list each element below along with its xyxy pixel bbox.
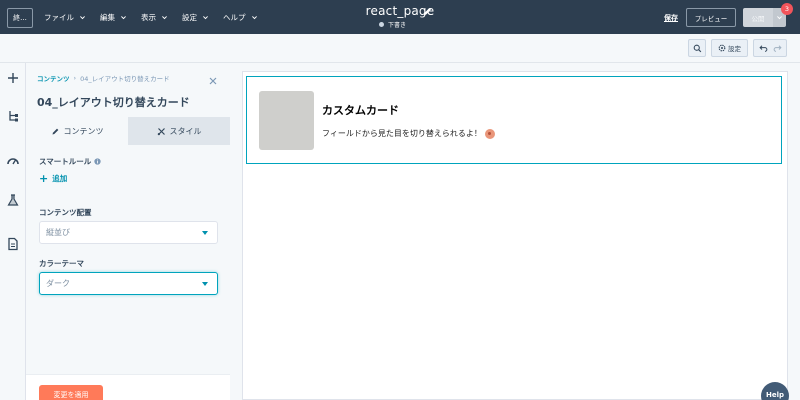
tab-style[interactable]: スタイル xyxy=(128,117,230,145)
caret-down-icon xyxy=(202,231,208,235)
top-navigation-bar: 終... ファイル 編集 表示 設定 ヘルプ react_page 下書き 保存… xyxy=(0,0,800,34)
card-text-body: フィールドから見た目を切り替えられるよ！ xyxy=(322,129,482,138)
chevron-down-icon xyxy=(203,15,208,19)
search-button[interactable] xyxy=(688,39,706,57)
layout-label: コンテンツ配置 xyxy=(39,208,92,217)
preview-button[interactable]: プレビュー xyxy=(686,8,736,27)
save-button[interactable]: 保存 xyxy=(664,13,678,23)
chevron-down-icon xyxy=(121,15,126,19)
plus-icon[interactable] xyxy=(6,71,20,85)
tab-contents[interactable]: コンテンツ xyxy=(26,117,128,145)
notification-badge[interactable]: 3 xyxy=(781,3,793,15)
publish-button[interactable]: 公開 xyxy=(743,8,773,27)
custom-card-module[interactable]: カスタムカード フィールドから見た目を切り替えられるよ！ xyxy=(246,76,782,164)
close-icon[interactable] xyxy=(208,76,218,86)
redo-icon[interactable] xyxy=(773,44,782,52)
color-theme-select[interactable]: ダーク xyxy=(39,272,218,295)
draft-status-label: 下書き xyxy=(388,22,407,29)
card-image-placeholder xyxy=(259,91,314,150)
layout-select-value: 縦並び xyxy=(46,228,70,237)
undo-icon[interactable] xyxy=(758,44,768,52)
menu-view[interactable]: 表示 xyxy=(141,12,168,23)
page-title[interactable]: react_page xyxy=(340,4,460,18)
status-dot-icon xyxy=(379,22,384,27)
color-theme-label: カラーテーマ xyxy=(39,259,84,268)
menu-help-label: ヘルプ xyxy=(223,12,246,22)
menu-file-label: ファイル xyxy=(44,12,74,22)
palette-emoji-icon xyxy=(484,128,495,139)
add-smart-rule-label: 追加 xyxy=(52,174,68,183)
menu-file[interactable]: ファイル xyxy=(44,12,86,23)
menu-settings[interactable]: 設定 xyxy=(182,12,209,23)
breadcrumb-separator-icon: › xyxy=(73,74,77,82)
chevron-down-icon xyxy=(777,16,782,20)
speedometer-icon[interactable] xyxy=(6,154,20,168)
card-text: フィールドから見た目を切り替えられるよ！ xyxy=(322,128,495,139)
settings-button-label: 設定 xyxy=(728,45,741,53)
module-title: 04_レイアウト切り替えカード xyxy=(37,96,190,109)
document-icon[interactable] xyxy=(6,237,20,251)
tab-contents-label: コンテンツ xyxy=(63,126,104,136)
breadcrumb-current: 04_レイアウト切り替えカード xyxy=(80,75,170,83)
apply-changes-button[interactable]: 変更を適用 xyxy=(39,385,103,400)
chevron-down-icon xyxy=(80,15,85,19)
settings-button[interactable]: 設定 xyxy=(711,39,748,57)
smart-rule-label: スマートルール xyxy=(39,156,101,167)
menu-edit-label: 編集 xyxy=(100,12,115,22)
tree-structure-icon[interactable] xyxy=(6,109,20,123)
pencil-icon[interactable] xyxy=(422,6,433,17)
undo-redo-group xyxy=(753,39,787,57)
editor-toolbar: 設定 xyxy=(0,34,800,63)
chevron-down-icon xyxy=(251,15,257,19)
flask-icon[interactable] xyxy=(6,193,20,207)
layout-select[interactable]: 縦並び xyxy=(39,221,218,244)
menu-help[interactable]: ヘルプ xyxy=(223,12,258,23)
gear-icon xyxy=(718,44,726,52)
menu-bar: ファイル 編集 表示 設定 ヘルプ xyxy=(44,0,272,34)
style-tools-icon xyxy=(157,127,165,135)
tab-style-label: スタイル xyxy=(169,126,202,136)
panel-tabs: コンテンツ スタイル xyxy=(26,117,230,145)
color-theme-select-value: ダーク xyxy=(46,279,70,288)
plus-icon: + xyxy=(39,171,49,185)
breadcrumb-root-link[interactable]: コンテンツ xyxy=(37,73,70,83)
card-title: カスタムカード xyxy=(322,104,399,117)
menu-view-label: 表示 xyxy=(141,12,156,22)
info-icon[interactable] xyxy=(94,158,101,165)
menu-edit[interactable]: 編集 xyxy=(100,12,127,23)
exit-button[interactable]: 終... xyxy=(7,8,33,28)
smart-rule-label-text: スマートルール xyxy=(39,157,92,166)
add-smart-rule-button[interactable]: + 追加 xyxy=(39,173,67,184)
pencil-icon xyxy=(52,128,58,134)
chevron-down-icon xyxy=(162,15,167,19)
panel-footer: 変更を適用 xyxy=(26,374,230,400)
menu-settings-label: 設定 xyxy=(182,12,197,22)
module-editor-panel: コンテンツ › 04_レイアウト切り替えカード 04_レイアウト切り替えカード … xyxy=(26,63,230,400)
draft-status: 下書き xyxy=(379,20,406,29)
search-icon xyxy=(693,44,701,52)
page-title-area: react_page xyxy=(340,4,460,18)
caret-down-icon xyxy=(202,282,208,286)
breadcrumb: コンテンツ › 04_レイアウト切り替えカード xyxy=(37,73,170,83)
left-icon-rail xyxy=(0,63,26,400)
